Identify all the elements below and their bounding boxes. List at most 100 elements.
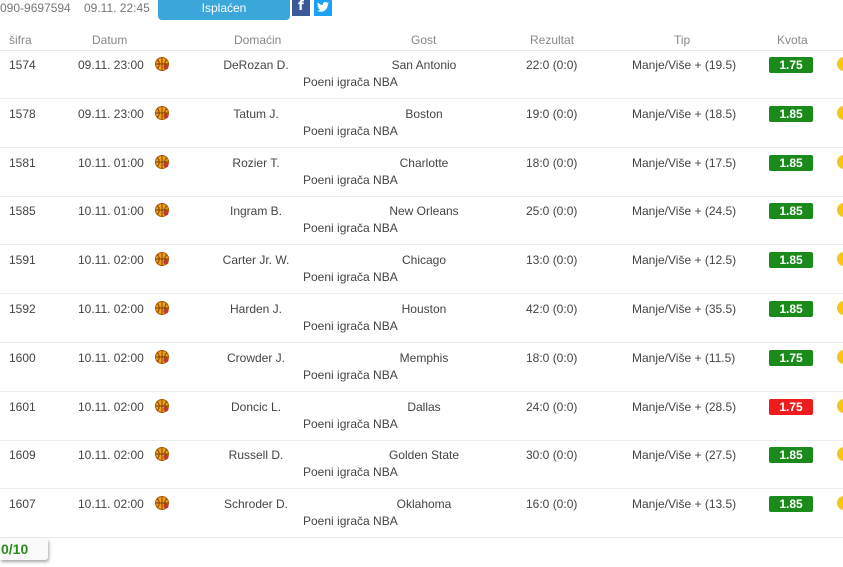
table-row: 1601 10.11. 02:00 Doncic L. Dallas Poeni igr…	[0, 392, 843, 441]
odds-badge: 1.75	[769, 398, 813, 415]
status-dot-icon	[837, 496, 843, 511]
row-league: Poeni igrača NBA	[303, 514, 398, 529]
row-sifra: 1591	[9, 253, 36, 268]
odds-badge: 1.85	[769, 447, 813, 464]
status-dot-icon	[837, 398, 843, 413]
row-datum: 10.11. 02:00	[78, 399, 144, 414]
basketball-icon	[154, 56, 170, 72]
row-home-player: Rozier T.	[232, 155, 280, 170]
table-row: 1591 10.11. 02:00 Carter Jr. W. Chicago Poen…	[0, 245, 843, 295]
row-away-team: Dallas	[407, 399, 441, 414]
status-dot-icon	[837, 154, 843, 169]
row-sifra: 1585	[9, 204, 36, 219]
row-home-player: Crowder J.	[226, 350, 285, 365]
table-row: 1585 10.11. 01:00 Ingram B. New Orleans Poen…	[0, 196, 843, 246]
ticket-date: 09.11. 22:45	[84, 1, 150, 15]
facebook-icon[interactable]: f	[292, 0, 310, 16]
row-away-team: Houston	[401, 302, 447, 316]
row-tip: Manje/Više + (11.5)	[632, 350, 736, 365]
basketball-icon	[154, 495, 170, 511]
table-row: 1581 10.11. 01:00 Rozier T. Charlotte Poeni …	[0, 148, 843, 197]
row-tip: Manje/Više + (28.5)	[632, 399, 737, 414]
table-row: 1592 10.11. 02:00 Harden J. Houston Poeni ig…	[0, 294, 843, 343]
row-tip: Manje/Više + (27.5)	[632, 448, 737, 463]
row-datum: 10.11. 02:00	[78, 253, 144, 268]
table-row: 1578 09.11. 23:00 Tatum J. Boston Poeni igra…	[0, 99, 843, 148]
table-row: 1574 09.11. 23:00 DeRozan D. San Antonio Poe…	[0, 50, 843, 99]
row-away-team: Memphis	[399, 350, 449, 365]
row-away-team: Chicago	[401, 253, 447, 268]
row-result: 22:0 (0:0)	[526, 58, 578, 72]
twitter-icon[interactable]	[314, 0, 332, 16]
table-row: 1607 10.11. 02:00 Schroder D. Oklahoma Poeni…	[0, 489, 843, 539]
row-home-player: Doncic L.	[230, 399, 282, 414]
row-datum: 10.11. 01:00	[78, 155, 144, 170]
status-dot-icon	[837, 57, 843, 71]
row-sifra: 1578	[9, 106, 36, 121]
odds-badge: 1.75	[769, 349, 813, 366]
col-rezultat: Rezultat	[530, 33, 575, 47]
row-result: 13:0 (0:0)	[526, 253, 578, 268]
basketball-icon	[154, 398, 170, 414]
row-away-team: Golden State	[388, 448, 460, 463]
ticket-header: 090-9697594 09.11. 22:45 Isplaćen f	[0, 0, 843, 20]
row-sifra: 1600	[9, 350, 36, 365]
row-result: 24:0 (0:0)	[526, 399, 578, 414]
row-away-team: New Orleans	[389, 204, 459, 219]
odds-badge: 1.85	[769, 301, 813, 317]
row-league: Poeni igrača NBA	[303, 123, 398, 138]
row-league: Poeni igrača NBA	[303, 416, 398, 431]
row-league: Poeni igrača NBA	[303, 75, 398, 89]
row-league: Poeni igrača NBA	[303, 221, 398, 236]
row-league: Poeni igrača NBA	[303, 319, 398, 333]
row-home-player: Russell D.	[228, 448, 284, 463]
status-dot-icon	[837, 203, 843, 218]
odds-badge: 1.85	[769, 154, 813, 171]
row-tip: Manje/Više + (12.5)	[632, 253, 737, 268]
row-tip: Manje/Više + (17.5)	[632, 155, 737, 170]
status-dot-icon	[837, 447, 843, 462]
row-away-team: San Antonio	[391, 58, 457, 72]
row-sifra: 1601	[9, 399, 36, 414]
row-result: 30:0 (0:0)	[526, 448, 578, 463]
row-league: Poeni igrača NBA	[303, 172, 398, 187]
row-away-team: Boston	[405, 106, 443, 121]
row-away-team: Charlotte	[399, 155, 449, 170]
row-sifra: 1592	[9, 302, 36, 316]
table-row: 1600 10.11. 02:00 Crowder J. Memphis Poeni i…	[0, 343, 843, 392]
row-tip: Manje/Više + (19.5)	[632, 58, 737, 72]
row-away-team: Oklahoma	[396, 497, 452, 512]
status-dot-icon	[837, 349, 843, 364]
row-datum: 10.11. 02:00	[78, 448, 144, 463]
row-result: 42:0 (0:0)	[526, 302, 578, 316]
row-result: 19:0 (0:0)	[526, 106, 578, 121]
basketball-icon	[154, 300, 170, 316]
col-gost: Gost	[411, 33, 437, 47]
status-button[interactable]: Isplaćen	[158, 0, 290, 20]
row-tip: Manje/Više + (35.5)	[632, 302, 737, 316]
row-home-player: DeRozan D.	[223, 58, 289, 72]
row-home-player: Tatum J.	[233, 106, 279, 121]
basketball-icon	[154, 349, 170, 365]
col-kvota: Kvota	[777, 33, 808, 47]
row-result: 16:0 (0:0)	[526, 497, 578, 512]
row-sifra: 1609	[9, 448, 36, 463]
row-datum: 10.11. 02:00	[78, 497, 144, 512]
row-tip: Manje/Više + (18.5)	[632, 106, 737, 121]
ticket-score: 0/10	[1, 541, 29, 557]
odds-badge: 1.85	[769, 105, 813, 122]
odds-badge: 1.75	[769, 57, 813, 73]
status-dot-icon	[837, 252, 843, 267]
basketball-icon	[154, 105, 170, 121]
col-sifra: šifra	[9, 33, 32, 47]
row-datum: 09.11. 23:00	[78, 58, 144, 72]
row-sifra: 1574	[9, 58, 36, 72]
status-dot-icon	[837, 301, 843, 315]
odds-badge: 1.85	[769, 203, 813, 220]
basketball-icon	[154, 202, 170, 218]
col-domacin: Domaćin	[234, 33, 282, 47]
row-datum: 10.11. 02:00	[78, 350, 144, 365]
row-league: Poeni igrača NBA	[303, 367, 398, 382]
basketball-icon	[154, 446, 170, 462]
status-dot-icon	[837, 105, 843, 120]
